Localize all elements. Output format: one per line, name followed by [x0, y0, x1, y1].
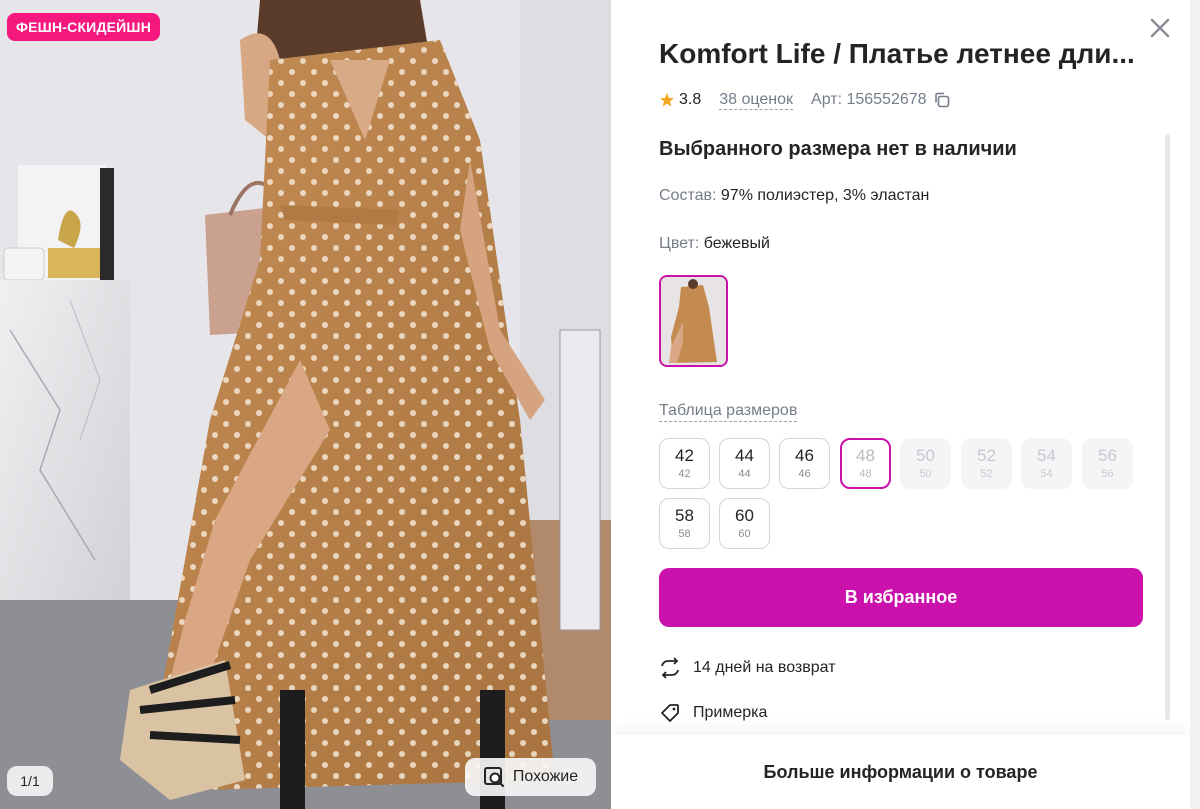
size-option-44[interactable]: 44 44 — [719, 438, 770, 489]
size-table-link[interactable]: Таблица размеров — [659, 401, 798, 422]
size-ru: 50 — [916, 446, 935, 465]
size-option-48[interactable]: 48 48 — [840, 438, 891, 489]
size-sub: 48 — [859, 468, 872, 480]
size-ru: 60 — [735, 506, 754, 525]
product-photo[interactable]: ФЕШН-СКИДЕЙШН 1/1 Похожие — [0, 0, 611, 809]
composition-row: Состав: 97% полиэстер, 3% эластан — [659, 187, 929, 205]
similar-button-label: Похожие — [512, 768, 579, 785]
size-option-60[interactable]: 60 60 — [719, 498, 770, 549]
product-title[interactable]: Komfort Life / Платье летнее дли... — [659, 36, 1143, 72]
size-ru: 44 — [735, 446, 754, 465]
size-ru: 52 — [977, 446, 996, 465]
reviews-link[interactable]: 38 оценок — [719, 91, 794, 110]
size-sub: 44 — [738, 468, 751, 480]
feature-return-label: 14 дней на возврат — [693, 659, 836, 676]
color-label: Цвет: — [659, 235, 700, 252]
size-sub: 50 — [919, 468, 932, 480]
size-ru: 48 — [856, 446, 875, 465]
more-info-link[interactable]: Больше информации о товаре — [611, 735, 1190, 809]
size-sub: 60 — [738, 528, 751, 540]
close-icon[interactable] — [1148, 16, 1172, 40]
composition-label: Состав: — [659, 187, 717, 204]
card-footer: Больше информации о товаре — [611, 735, 1190, 809]
thumbnail-image — [661, 277, 726, 365]
article-number: Арт: 156552678 — [811, 91, 927, 108]
product-meta: 3.8 38 оценок Арт: 156552678 — [659, 88, 951, 112]
size-option-54[interactable]: 54 54 — [1021, 438, 1072, 489]
availability-heading: Выбранного размера нет в наличии — [659, 138, 1017, 160]
size-sub: 54 — [1040, 468, 1053, 480]
return-arrows-icon — [661, 657, 679, 679]
background-page — [1190, 0, 1200, 809]
size-sub: 56 — [1101, 468, 1114, 480]
size-option-56[interactable]: 56 56 — [1082, 438, 1133, 489]
size-ru: 56 — [1098, 446, 1117, 465]
copy-icon[interactable] — [933, 91, 951, 109]
feature-return: 14 дней на возврат — [659, 657, 836, 679]
image-counter: 1/1 — [7, 766, 53, 796]
size-option-52[interactable]: 52 52 — [961, 438, 1012, 489]
size-option-46[interactable]: 46 46 — [779, 438, 830, 489]
color-value: бежевый — [703, 235, 770, 252]
size-sub: 58 — [678, 528, 691, 540]
feature-fitting: Примерка — [659, 702, 767, 724]
size-option-42[interactable]: 42 42 — [659, 438, 710, 489]
size-ru: 58 — [675, 506, 694, 525]
rating-value: 3.8 — [679, 91, 702, 108]
promo-badge: ФЕШН-СКИДЕЙШН — [7, 13, 160, 41]
color-thumbnail[interactable] — [659, 275, 728, 367]
similar-button[interactable]: Похожие — [465, 758, 596, 796]
tag-icon — [661, 704, 679, 722]
size-sub: 52 — [980, 468, 993, 480]
size-sub: 42 — [678, 468, 691, 480]
scrollbar[interactable] — [1165, 134, 1170, 720]
product-quick-view: Komfort Life / Платье летнее дли... 3.8 … — [611, 0, 1190, 809]
size-option-50[interactable]: 50 50 — [900, 438, 951, 489]
size-sub: 46 — [798, 468, 811, 480]
size-ru: 54 — [1037, 446, 1056, 465]
star-icon — [660, 93, 674, 107]
product-image-illustration — [0, 0, 611, 809]
color-row: Цвет: бежевый — [659, 235, 770, 253]
size-ru: 46 — [795, 446, 814, 465]
composition-value: 97% полиэстер, 3% эластан — [720, 187, 930, 204]
feature-fitting-label: Примерка — [693, 704, 768, 721]
add-to-favorites-button[interactable]: В избранное — [659, 568, 1143, 627]
image-search-icon — [483, 767, 504, 788]
size-option-58[interactable]: 58 58 — [659, 498, 710, 549]
size-ru: 42 — [675, 446, 694, 465]
